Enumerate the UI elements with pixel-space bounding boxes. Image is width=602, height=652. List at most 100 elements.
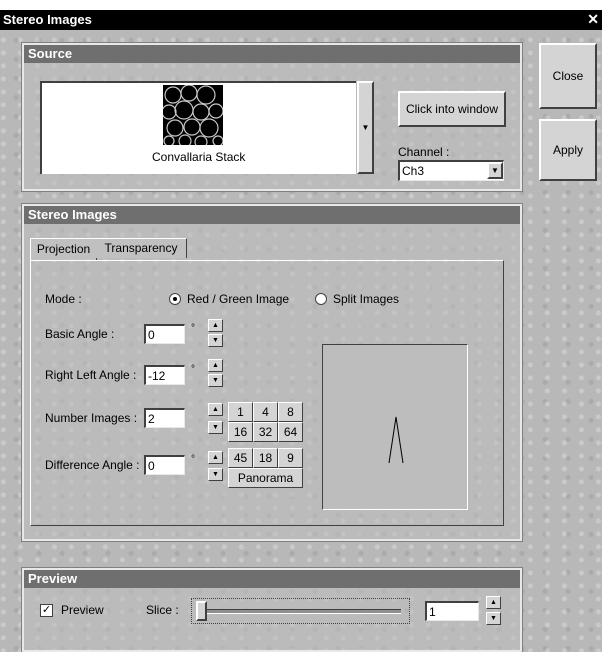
source-group: Source Convallaria Stack ▼ Click into wi… <box>21 42 523 192</box>
triangle-down-icon: ▼ <box>490 615 497 622</box>
slider-track <box>200 609 401 614</box>
preset-label: 9 <box>287 451 294 465</box>
close-button[interactable]: Close <box>539 43 597 109</box>
right-left-angle-value: -12 <box>148 369 166 383</box>
mode-label: Mode : <box>45 292 82 306</box>
triangle-up-icon: ▲ <box>490 599 497 606</box>
degree-symbol: ° <box>191 364 195 375</box>
slider-thumb[interactable] <box>196 601 207 621</box>
difference-angle-up-button[interactable]: ▲ <box>208 451 223 464</box>
channel-dropdown-button[interactable]: ▼ <box>487 162 503 179</box>
apply-button-label: Apply <box>552 143 584 157</box>
number-images-preset-16[interactable]: 16 <box>228 422 253 442</box>
preview-checkbox[interactable]: ✓ <box>40 604 53 617</box>
channel-label: Channel : <box>398 145 450 159</box>
projection-preview-area <box>322 344 468 510</box>
difference-angle-preset-9[interactable]: 9 <box>278 448 303 468</box>
window-title: Stereo Images <box>3 12 92 27</box>
right-left-angle-label: Right Left Angle : <box>45 368 137 382</box>
slice-value-input[interactable]: 1 <box>425 601 479 621</box>
title-bar: Stereo Images ✕ <box>0 10 602 30</box>
right-left-angle-down-button[interactable]: ▼ <box>208 374 223 387</box>
tab-transparency[interactable]: Transparency <box>96 238 187 258</box>
panorama-button[interactable]: Panorama <box>228 468 303 488</box>
preset-label: 16 <box>233 425 248 439</box>
triangle-down-icon: ▼ <box>212 424 219 431</box>
slice-slider[interactable] <box>191 598 410 624</box>
close-window-icon[interactable]: ✕ <box>587 11 599 28</box>
click-into-window-button[interactable]: Click into window <box>398 91 506 127</box>
stereo-images-header: Stereo Images <box>24 206 520 224</box>
preset-label: 4 <box>262 405 269 419</box>
number-images-down-button[interactable]: ▼ <box>208 421 223 434</box>
basic-angle-up-button[interactable]: ▲ <box>208 319 223 332</box>
triangle-up-icon: ▲ <box>212 362 219 369</box>
tab-projection[interactable]: Projection <box>30 238 97 260</box>
right-left-angle-up-button[interactable]: ▲ <box>208 359 223 372</box>
mode-radio-red-green[interactable] <box>169 293 181 305</box>
source-header: Source <box>24 45 520 63</box>
click-into-window-label: Click into window <box>405 102 499 116</box>
preview-header: Preview <box>24 570 520 588</box>
triangle-up-icon: ▲ <box>212 322 219 329</box>
number-images-input[interactable]: 2 <box>144 408 185 428</box>
checkmark-icon: ✓ <box>41 604 52 616</box>
mode-radio-split[interactable] <box>315 293 327 305</box>
number-images-value: 2 <box>148 412 155 426</box>
stereo-images-group: Stereo Images Projection Transparency Mo… <box>21 203 523 542</box>
preset-label: 1 <box>237 405 244 419</box>
chevron-down-icon: ▼ <box>361 123 370 132</box>
chevron-down-icon: ▼ <box>491 165 499 175</box>
slice-down-button[interactable]: ▼ <box>486 612 501 625</box>
preset-label: 45 <box>233 451 248 465</box>
mode-split-label: Split Images <box>333 292 400 306</box>
tab-projection-label: Projection <box>36 242 91 256</box>
triangle-up-icon: ▲ <box>212 406 219 413</box>
basic-angle-label: Basic Angle : <box>45 327 115 341</box>
number-images-label: Number Images : <box>45 411 138 425</box>
stereo-images-window: Stereo Images ✕ Close Apply Source Conva… <box>0 10 602 652</box>
triangle-down-icon: ▼ <box>212 471 219 478</box>
triangle-up-icon: ▲ <box>212 454 219 461</box>
channel-value: Ch3 <box>402 164 425 178</box>
basic-angle-down-button[interactable]: ▼ <box>208 334 223 347</box>
close-button-label: Close <box>552 69 584 83</box>
difference-angle-preset-45[interactable]: 45 <box>228 448 253 468</box>
right-left-angle-input[interactable]: -12 <box>144 365 185 385</box>
channel-select[interactable]: Ch3 ▼ <box>398 160 504 181</box>
preset-label: 32 <box>258 425 273 439</box>
apply-button[interactable]: Apply <box>539 119 597 181</box>
basic-angle-input[interactable]: 0 <box>144 324 185 344</box>
difference-angle-value: 0 <box>148 459 155 473</box>
slice-up-button[interactable]: ▲ <box>486 596 501 609</box>
panorama-label: Panorama <box>237 471 294 485</box>
projection-angle-diagram <box>388 416 404 464</box>
projection-panel: Mode : Red / Green Image Split Images Ba… <box>30 260 504 526</box>
number-images-preset-4[interactable]: 4 <box>253 402 278 422</box>
degree-symbol: ° <box>191 323 195 334</box>
preset-label: 8 <box>287 405 294 419</box>
difference-angle-down-button[interactable]: ▼ <box>208 468 223 481</box>
difference-angle-label: Difference Angle : <box>45 458 140 472</box>
preview-group: Preview ✓ Preview Slice : 1 ▲ ▼ <box>21 567 523 652</box>
source-image-list[interactable]: Convallaria Stack <box>40 81 356 174</box>
number-images-preset-1[interactable]: 1 <box>228 402 253 422</box>
number-images-preset-8[interactable]: 8 <box>278 402 303 422</box>
mode-red-green-label: Red / Green Image <box>187 292 290 306</box>
preview-checkbox-label: Preview <box>61 603 104 617</box>
triangle-down-icon: ▼ <box>212 377 219 384</box>
degree-symbol: ° <box>191 454 195 465</box>
number-images-preset-32[interactable]: 32 <box>253 422 278 442</box>
preset-label: 18 <box>258 451 273 465</box>
slice-value: 1 <box>429 605 436 619</box>
triangle-down-icon: ▼ <box>212 337 219 344</box>
difference-angle-input[interactable]: 0 <box>144 455 185 475</box>
preset-label: 64 <box>283 425 298 439</box>
tab-transparency-label: Transparency <box>104 241 178 255</box>
number-images-up-button[interactable]: ▲ <box>208 403 223 416</box>
source-image-label: Convallaria Stack <box>152 150 246 164</box>
basic-angle-value: 0 <box>148 328 155 342</box>
difference-angle-preset-18[interactable]: 18 <box>253 448 278 468</box>
number-images-preset-64[interactable]: 64 <box>278 422 303 442</box>
source-dropdown-button[interactable]: ▼ <box>357 81 374 174</box>
